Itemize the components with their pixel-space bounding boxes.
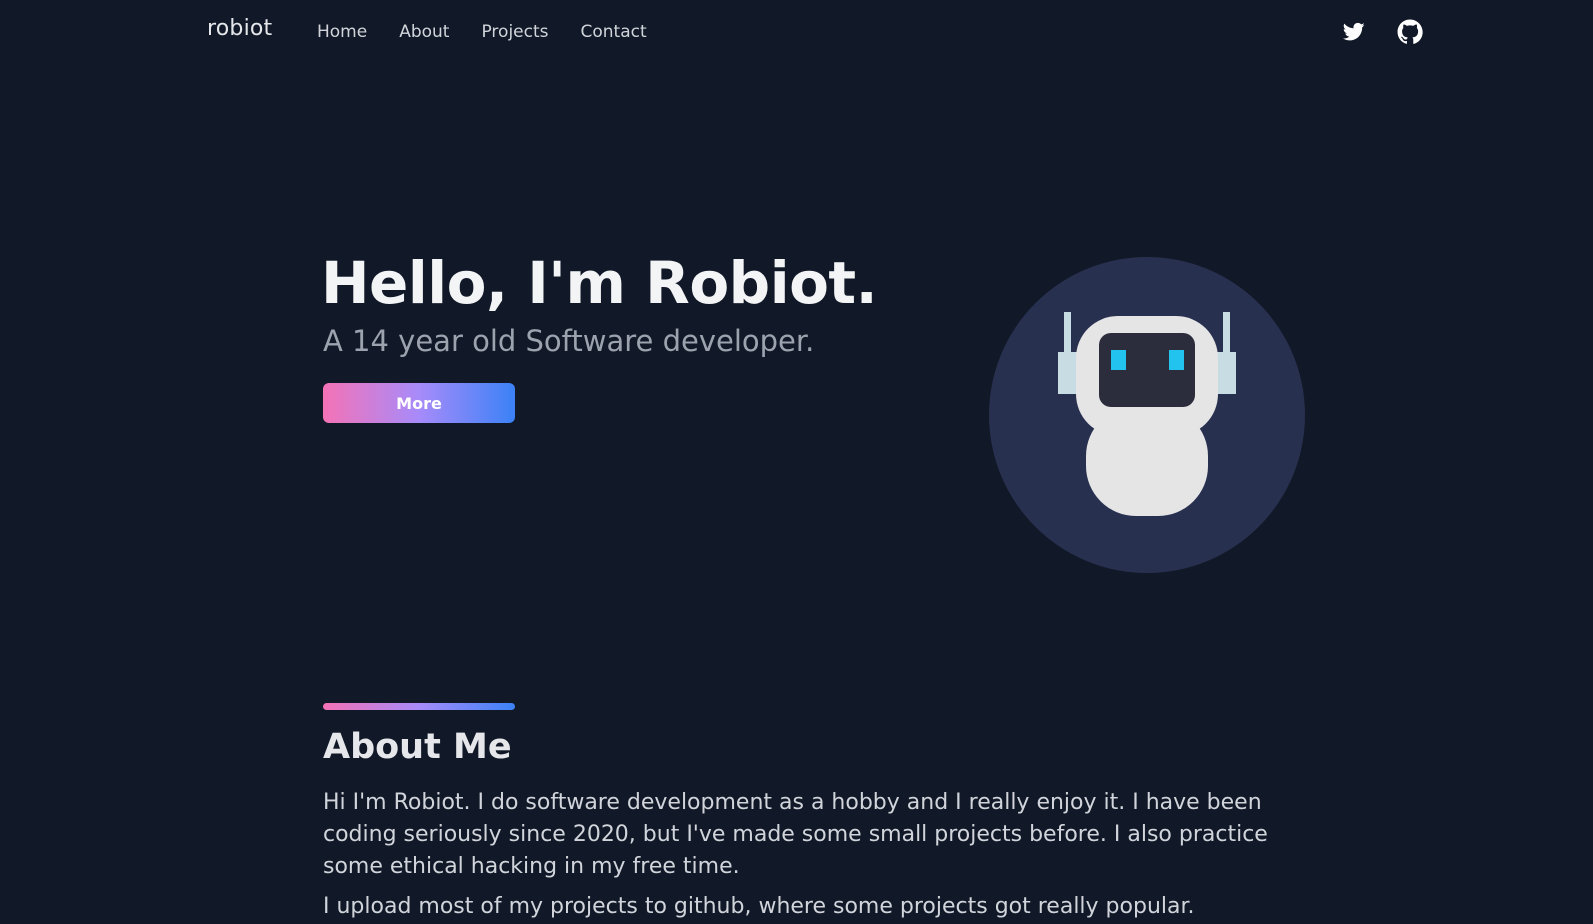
nav-link-contact[interactable]: Contact [581,20,647,44]
github-icon [1397,19,1423,44]
robot-avatar-icon [989,257,1305,573]
brand-logo-link[interactable]: robiot [207,16,272,41]
nav-link-projects[interactable]: Projects [481,20,548,44]
github-link[interactable] [1396,18,1424,46]
hero-title: Hello, I'm Robiot. [321,249,878,317]
top-navbar: robiot Home About Projects Contact [0,0,1593,64]
about-paragraph-2: I upload most of my projects to github, … [323,894,1195,919]
page: robiot Home About Projects Contact Hello… [0,0,1593,924]
about-accent-bar [323,703,515,710]
nav-link-about[interactable]: About [399,20,449,44]
hero-subtitle: A 14 year old Software developer. [323,324,815,358]
about-paragraph-1: Hi I'm Robiot. I do software development… [323,790,1268,879]
twitter-link[interactable] [1340,18,1368,46]
robot-avatar [988,256,1306,574]
about-title: About Me [323,727,512,767]
nav-links: Home About Projects Contact [317,20,647,44]
twitter-icon [1343,22,1365,41]
nav-link-home[interactable]: Home [317,20,367,44]
more-button[interactable]: More [323,383,515,423]
